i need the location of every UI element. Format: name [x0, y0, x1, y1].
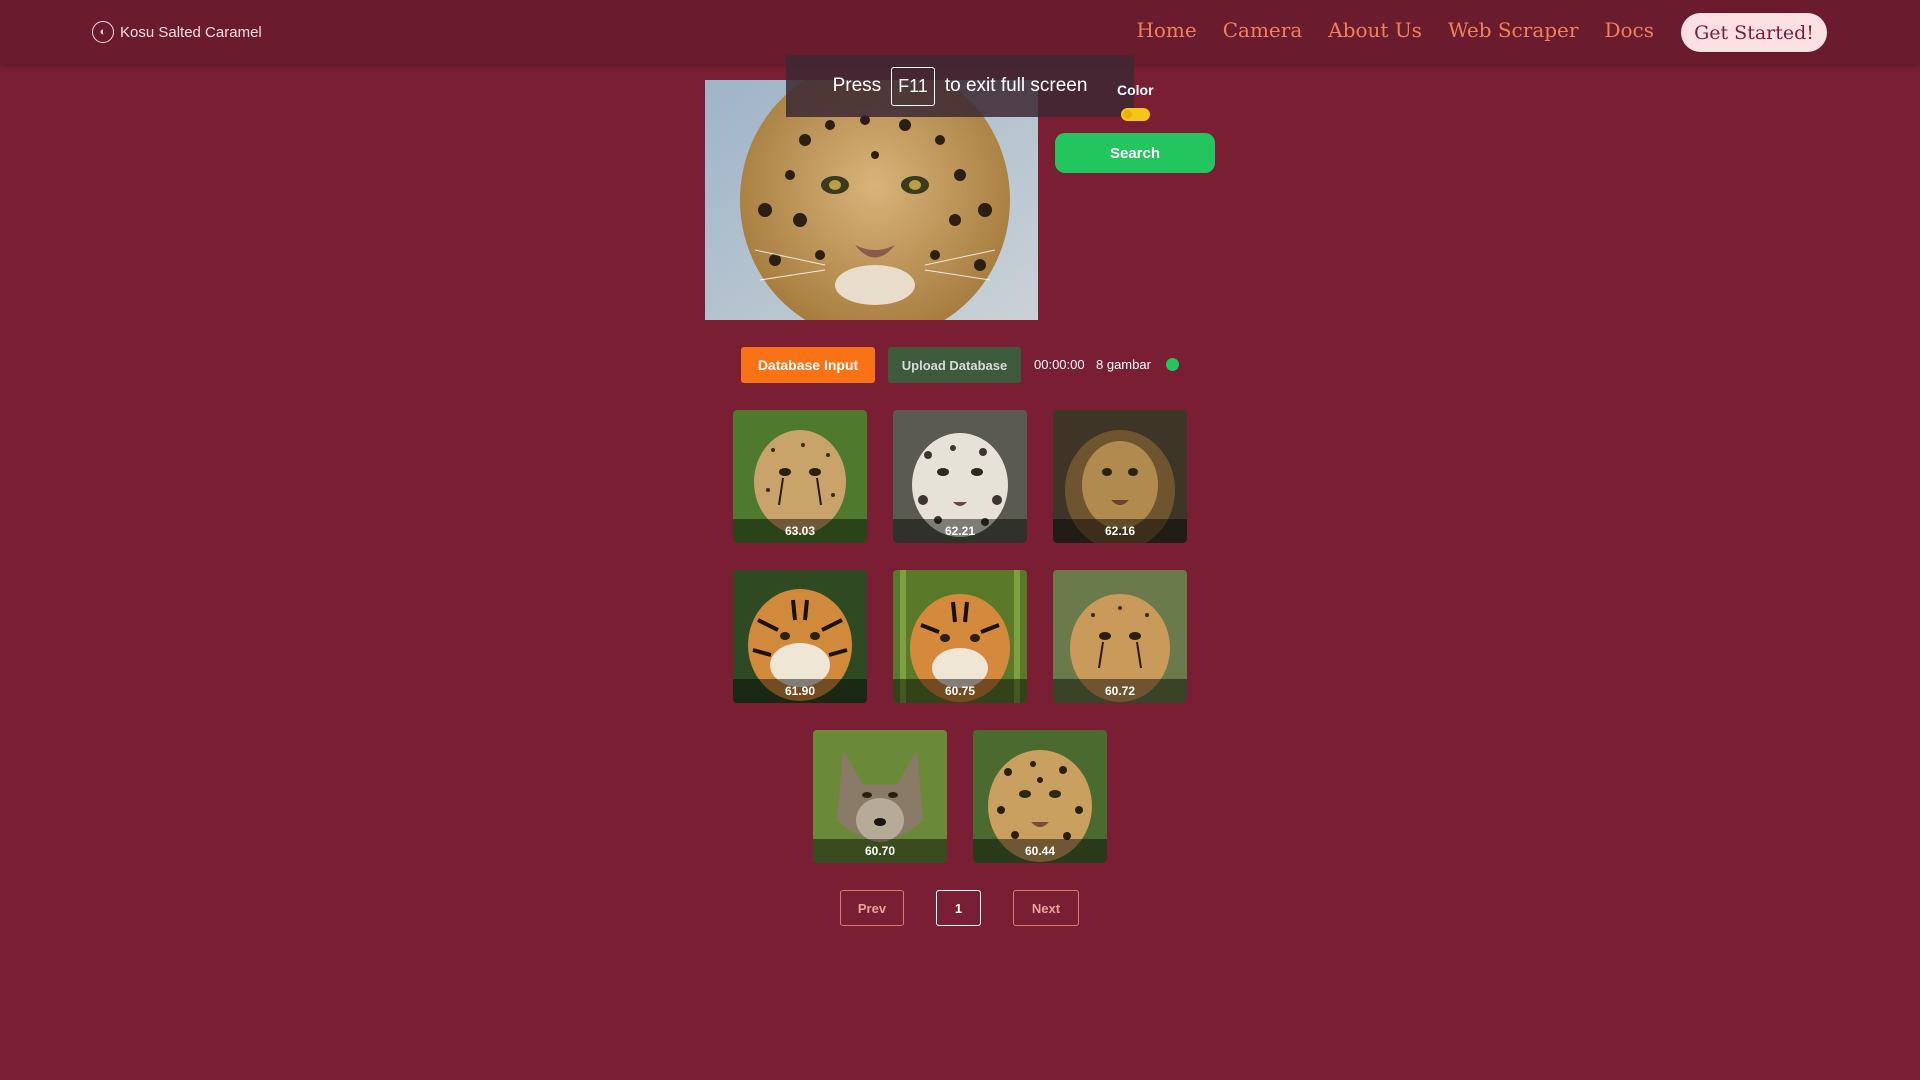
color-toggle[interactable]: [1121, 108, 1150, 121]
result-score: 60.70: [813, 839, 947, 863]
nav-links: Home Camera About Us Web Scraper Docs: [1136, 18, 1654, 42]
prev-button[interactable]: Prev: [840, 890, 904, 926]
upload-database-button[interactable]: Upload Database: [888, 347, 1021, 383]
toast-key: F11: [891, 66, 935, 106]
get-started-button[interactable]: Get Started!: [1681, 13, 1827, 52]
result-tile[interactable]: 60.75: [893, 570, 1027, 703]
nav-web-scraper[interactable]: Web Scraper: [1448, 18, 1579, 42]
brand-name: Kosu Salted Caramel: [120, 23, 262, 41]
result-score: 60.44: [973, 839, 1107, 863]
result-tile[interactable]: 60.70: [813, 730, 947, 863]
next-button[interactable]: Next: [1013, 890, 1079, 926]
fullscreen-toast: Press F11 to exit full screen: [786, 55, 1134, 117]
brand[interactable]: ◐ Kosu Salted Caramel: [92, 20, 262, 44]
color-label: Color: [1117, 82, 1154, 98]
result-score: 63.03: [733, 519, 867, 543]
nav-about-us[interactable]: About Us: [1328, 18, 1422, 42]
result-tile[interactable]: 61.90: [733, 570, 867, 703]
toggle-knob: [1123, 110, 1132, 119]
brand-logo-icon: ◐: [92, 21, 114, 43]
result-tile[interactable]: 60.44: [973, 730, 1107, 863]
result-tile[interactable]: 60.72: [1053, 570, 1187, 703]
result-tile[interactable]: 62.16: [1053, 410, 1187, 543]
result-tile[interactable]: 62.21: [893, 410, 1027, 543]
page-1-button[interactable]: 1: [936, 890, 981, 926]
result-score: 62.16: [1053, 519, 1187, 543]
result-score: 61.90: [733, 679, 867, 703]
nav-docs[interactable]: Docs: [1604, 18, 1654, 42]
status-indicator: [1166, 358, 1179, 371]
result-score: 60.72: [1053, 679, 1187, 703]
image-count: 8 gambar: [1096, 357, 1151, 372]
result-score: 62.21: [893, 519, 1027, 543]
search-button[interactable]: Search: [1055, 133, 1215, 173]
nav-camera[interactable]: Camera: [1223, 18, 1303, 42]
result-tile[interactable]: 63.03: [733, 410, 867, 543]
toast-message: to exit full screen: [944, 75, 1088, 96]
toast-press: Press: [832, 75, 882, 96]
result-score: 60.75: [893, 679, 1027, 703]
nav-home[interactable]: Home: [1136, 18, 1196, 42]
database-input-button[interactable]: Database Input: [741, 347, 875, 383]
timer: 00:00:00: [1034, 357, 1085, 372]
